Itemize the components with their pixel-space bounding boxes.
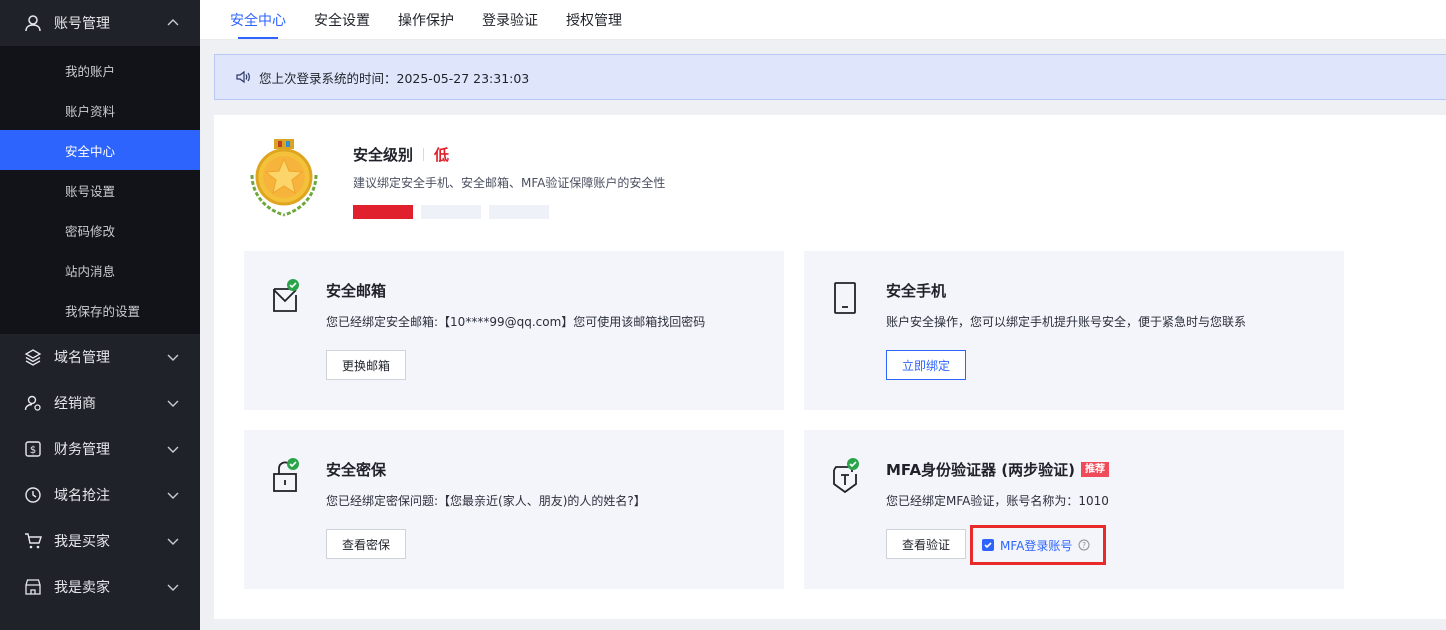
sidebar-group-account[interactable]: 账号管理 <box>0 0 200 46</box>
last-login-text: 您上次登录系统的时间：2025-05-27 23:31:03 <box>259 70 530 86</box>
bind-phone-button[interactable]: 立即绑定 <box>886 350 967 380</box>
chevron-up-icon <box>166 16 180 30</box>
security-level-description: 建议绑定安全手机、安全邮箱、MFA验证保障账户的安全性 <box>353 176 666 190</box>
sidebar-group-label: 我是卖家 <box>54 580 110 596</box>
level-segment <box>489 205 549 219</box>
chevron-down-icon <box>166 580 180 594</box>
sidebar-group-label: 域名管理 <box>54 350 110 366</box>
svg-text:?: ? <box>1082 541 1086 550</box>
chevron-down-icon <box>166 488 180 502</box>
chevron-down-icon <box>166 396 180 410</box>
sidebar-group-label: 我是买家 <box>54 534 110 550</box>
sidebar-item-security-center[interactable]: 安全中心 <box>0 130 200 170</box>
security-level-section: 安全级别 低 建议绑定安全手机、安全邮箱、MFA验证保障账户的安全性 <box>242 137 942 227</box>
top-tabs: 安全中心 安全设置 操作保护 登录验证 授权管理 <box>200 0 1446 40</box>
tab-operation-protection[interactable]: 操作保护 <box>398 0 454 39</box>
chevron-down-icon <box>166 350 180 364</box>
card-title: MFA身份验证器 (两步验证) <box>886 461 1075 479</box>
security-level-title: 安全级别 <box>353 146 414 164</box>
user-gear-icon <box>24 394 42 412</box>
sidebar-group-label: 账号管理 <box>54 16 110 32</box>
sidebar-group-label: 经销商 <box>54 396 96 412</box>
sidebar-item-account-profile[interactable]: 账户资料 <box>0 90 200 130</box>
mfa-login-checkbox-highlight[interactable]: MFA登录账号 ? <box>970 525 1106 565</box>
security-question-card: 安全密保 您已经绑定密保问题:【您最亲近(家人、朋友)的人的姓名?】 查看密保 <box>244 430 784 589</box>
store-icon <box>24 578 42 596</box>
recommended-badge: 推荐 <box>1081 462 1109 477</box>
svg-text:$: $ <box>30 445 36 456</box>
mfa-login-label[interactable]: MFA登录账号 <box>1000 537 1072 554</box>
divider <box>423 148 425 161</box>
sidebar-group-label: 财务管理 <box>54 442 110 458</box>
lock-check-icon <box>270 456 302 496</box>
help-icon[interactable]: ? <box>1078 539 1090 551</box>
layers-icon <box>24 348 42 366</box>
envelope-check-icon <box>270 277 302 317</box>
card-title: 安全手机 <box>886 282 947 300</box>
level-segment <box>421 205 481 219</box>
mfa-card: MFA身份验证器 (两步验证) 推荐 您已经绑定MFA验证，账号名称为：1010… <box>804 430 1344 589</box>
sidebar-group-resellers[interactable]: 经销商 <box>0 380 200 426</box>
mfa-login-checkbox[interactable] <box>982 539 994 551</box>
card-description: 您已经绑定MFA验证，账号名称为：1010 <box>886 494 1109 508</box>
dollar-icon: $ <box>24 440 42 458</box>
sidebar-item-account-settings[interactable]: 账号设置 <box>0 170 200 210</box>
phone-icon <box>830 277 862 317</box>
sidebar-group-label: 域名抢注 <box>54 488 110 504</box>
security-phone-card: 安全手机 账户安全操作，您可以绑定手机提升账号安全，便于紧急时与您联系 立即绑定 <box>804 251 1344 410</box>
sidebar-group-seller[interactable]: 我是卖家 <box>0 564 200 610</box>
change-email-button[interactable]: 更换邮箱 <box>326 350 407 380</box>
level-segment <box>353 205 413 219</box>
medal-icon <box>242 137 326 221</box>
card-title: 安全邮箱 <box>326 282 387 300</box>
view-mfa-button[interactable]: 查看验证 <box>886 529 967 559</box>
sidebar-group-finance[interactable]: $ 财务管理 <box>0 426 200 472</box>
security-email-card: 安全邮箱 您已经绑定安全邮箱:【10****99@qq.com】您可使用该邮箱找… <box>244 251 784 410</box>
view-security-question-button[interactable]: 查看密保 <box>326 529 407 559</box>
speaker-icon <box>235 69 251 85</box>
sidebar-group-buyer[interactable]: 我是买家 <box>0 518 200 564</box>
card-title: 安全密保 <box>326 461 387 479</box>
chevron-down-icon <box>166 442 180 456</box>
sidebar-item-saved-settings[interactable]: 我保存的设置 <box>0 290 200 330</box>
card-description: 您已经绑定密保问题:【您最亲近(家人、朋友)的人的姓名?】 <box>326 494 646 508</box>
security-level-heading: 安全级别 低 <box>353 144 449 165</box>
tab-authorization[interactable]: 授权管理 <box>566 0 622 39</box>
card-title-row: MFA身份验证器 (两步验证) 推荐 <box>886 459 1109 480</box>
sidebar-item-messages[interactable]: 站内消息 <box>0 250 200 290</box>
chevron-down-icon <box>166 534 180 548</box>
card-description: 账户安全操作，您可以绑定手机提升账号安全，便于紧急时与您联系 <box>886 315 1247 329</box>
clock-icon <box>24 486 42 504</box>
sidebar-item-password-change[interactable]: 密码修改 <box>0 210 200 250</box>
user-icon <box>24 14 42 32</box>
card-description: 您已经绑定安全邮箱:【10****99@qq.com】您可使用该邮箱找回密码 <box>326 315 706 329</box>
security-level-meter <box>353 205 549 219</box>
security-panel: 安全级别 低 建议绑定安全手机、安全邮箱、MFA验证保障账户的安全性 安全邮箱 … <box>214 115 1446 619</box>
sidebar-item-my-account[interactable]: 我的账户 <box>0 50 200 90</box>
sidebar-group-domains[interactable]: 域名管理 <box>0 334 200 380</box>
tab-login-verification[interactable]: 登录验证 <box>482 0 538 39</box>
sidebar: 账号管理 我的账户 账户资料 安全中心 账号设置 密码修改 站内消息 我保存的设… <box>0 0 200 630</box>
security-level-value: 低 <box>434 146 450 164</box>
last-login-notice: 您上次登录系统的时间：2025-05-27 23:31:03 <box>214 54 1446 100</box>
tab-security-settings[interactable]: 安全设置 <box>314 0 370 39</box>
token-check-icon <box>830 456 862 496</box>
sidebar-subnav: 我的账户 账户资料 安全中心 账号设置 密码修改 站内消息 我保存的设置 <box>0 46 200 334</box>
tab-security-center[interactable]: 安全中心 <box>230 0 286 39</box>
cart-icon <box>24 532 42 550</box>
sidebar-group-backorder[interactable]: 域名抢注 <box>0 472 200 518</box>
